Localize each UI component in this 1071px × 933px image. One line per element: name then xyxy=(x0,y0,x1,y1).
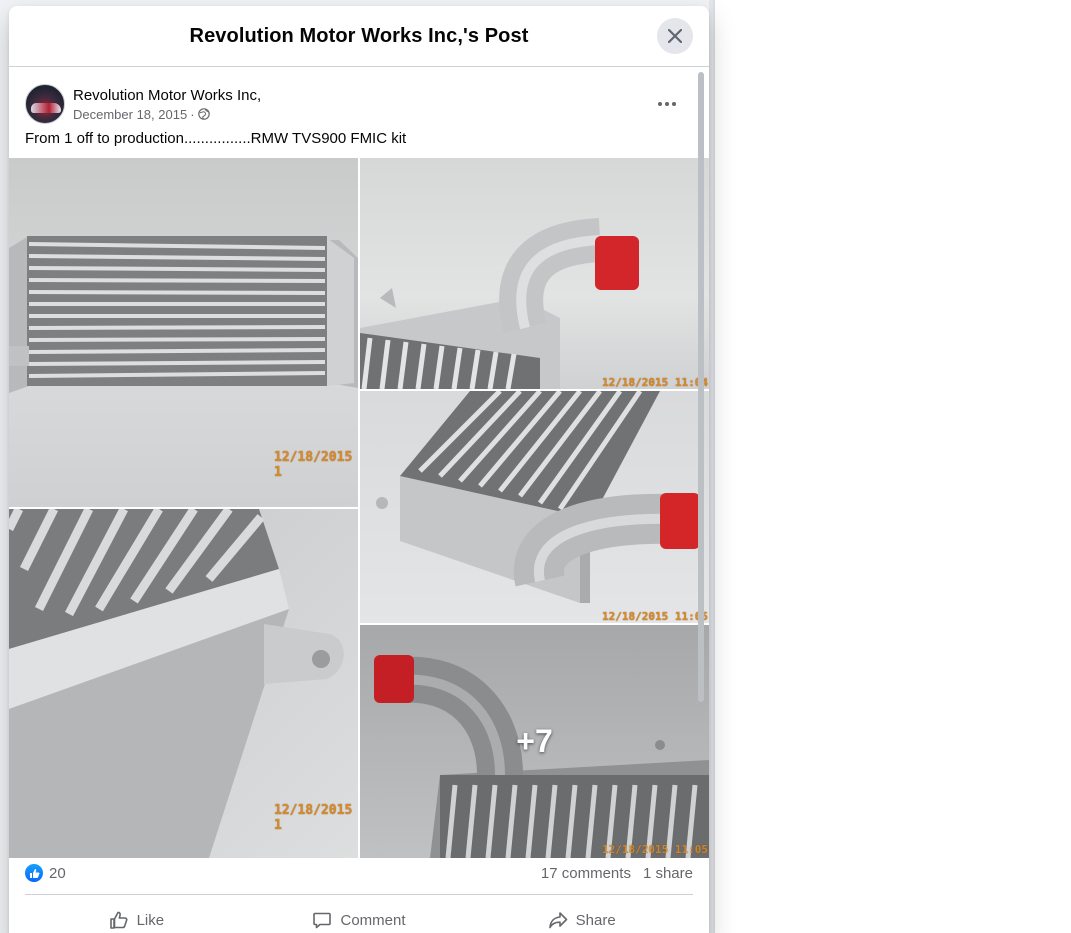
action-bar: Like Comment Share xyxy=(25,903,693,933)
dialog-header: Revolution Motor Works Inc,'s Post xyxy=(9,6,709,67)
share-icon xyxy=(548,912,567,929)
photo-5[interactable]: +7 12/18/2015 11:05 xyxy=(360,625,709,858)
engagement-bar: 20 17 comments 1 share xyxy=(25,862,693,884)
dialog-scrollbar[interactable] xyxy=(698,72,704,702)
globe-icon xyxy=(197,108,210,120)
photo-2[interactable]: 12/18/2015 11:04 xyxy=(360,158,709,389)
more-photos-overlay[interactable]: +7 xyxy=(360,625,709,858)
photo-gallery: 12/18/2015 1 12/18/2015 11:04 12/18/2015… xyxy=(9,158,709,858)
photo-timestamp: 12/18/2015 11:04 xyxy=(602,376,708,389)
post-date[interactable]: December 18, 2015 xyxy=(73,107,187,122)
share-button[interactable]: Share xyxy=(470,903,693,933)
post-dialog: Revolution Motor Works Inc,'s Post Revol… xyxy=(9,6,709,933)
share-count[interactable]: 1 share xyxy=(643,865,693,882)
photo-4[interactable]: 12/18/2015 1 xyxy=(9,509,358,858)
photo-3[interactable]: 12/18/2015 11:05 xyxy=(360,391,709,623)
comment-count[interactable]: 17 comments xyxy=(541,865,631,882)
author-name[interactable]: Revolution Motor Works Inc, xyxy=(73,87,261,104)
photo-timestamp: 12/18/2015 1 xyxy=(274,450,353,480)
post-meta: December 18, 2015 · xyxy=(73,107,261,122)
comment-button[interactable]: Comment xyxy=(248,903,471,933)
dialog-title: Revolution Motor Works Inc,'s Post xyxy=(189,24,529,47)
like-icon xyxy=(109,911,128,929)
photo-timestamp: 12/18/2015 11:05 xyxy=(602,843,708,856)
like-reaction-icon[interactable] xyxy=(25,864,43,882)
dialog-scroll-area[interactable]: Revolution Motor Works Inc, December 18,… xyxy=(9,68,709,933)
comment-icon xyxy=(313,912,332,929)
close-icon xyxy=(668,29,682,43)
post-header: Revolution Motor Works Inc, December 18,… xyxy=(9,68,709,129)
photo-timestamp: 12/18/2015 11:05 xyxy=(602,610,708,623)
meta-separator: · xyxy=(190,106,195,122)
share-label: Share xyxy=(575,911,616,929)
reaction-count[interactable]: 20 xyxy=(49,865,66,882)
comment-label: Comment xyxy=(340,911,406,929)
like-button[interactable]: Like xyxy=(25,903,248,933)
more-options-button[interactable] xyxy=(649,86,685,122)
backdrop-edge xyxy=(713,0,715,933)
photo-1[interactable]: 12/18/2015 1 xyxy=(9,158,358,507)
avatar[interactable] xyxy=(25,84,65,124)
photo-timestamp: 12/18/2015 1 xyxy=(274,803,353,833)
close-button[interactable] xyxy=(657,18,693,54)
more-options-icon xyxy=(658,102,676,106)
divider xyxy=(25,894,693,895)
like-label: Like xyxy=(136,911,165,929)
post-text: From 1 off to production................… xyxy=(25,130,407,147)
